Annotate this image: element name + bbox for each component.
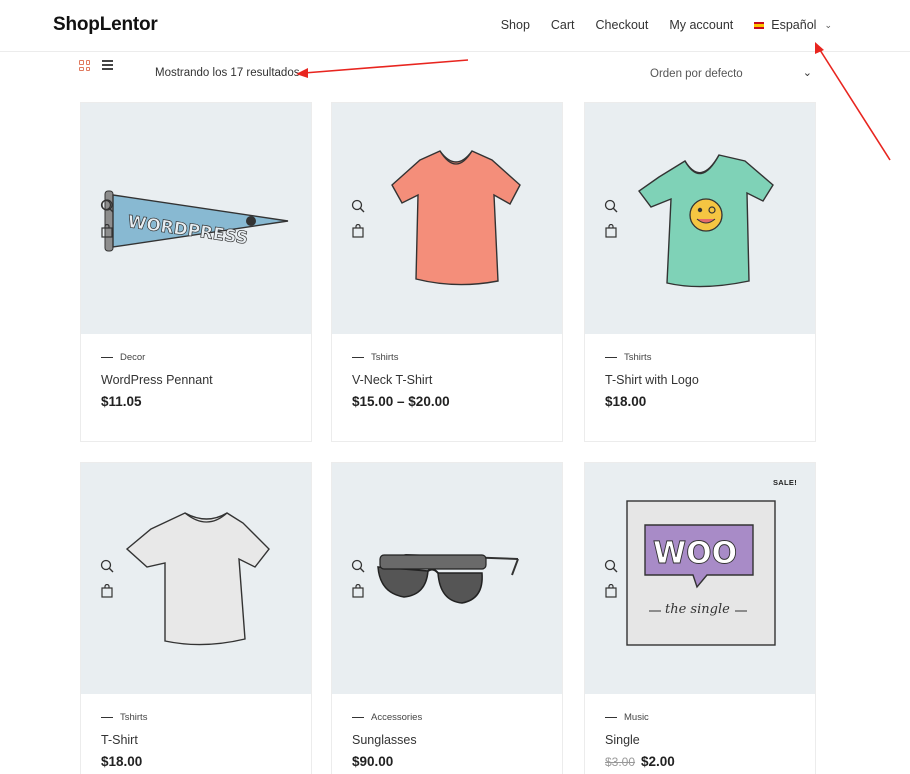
list-view-icon[interactable] xyxy=(102,60,113,71)
price-current: $15.00 – $20.00 xyxy=(352,394,450,409)
product-price: $90.00 xyxy=(352,754,542,769)
shopping-bag-icon[interactable] xyxy=(352,224,364,238)
nav-item-my-account[interactable]: My account xyxy=(669,18,733,32)
product-category[interactable]: Tshirts xyxy=(605,352,795,363)
product-title[interactable]: T-Shirt xyxy=(101,733,291,747)
sort-select[interactable]: Orden por defecto ⌄ xyxy=(650,67,814,80)
product-price: $3.00 $2.00 xyxy=(605,754,795,769)
product-card[interactable]: SALE! WOO the single Music Single $3.00 $… xyxy=(584,462,816,774)
search-icon[interactable] xyxy=(604,559,618,573)
product-title[interactable]: T-Shirt with Logo xyxy=(605,373,795,387)
search-icon[interactable] xyxy=(100,199,114,213)
product-card[interactable]: Tshirts V-Neck T-Shirt $15.00 – $20.00 xyxy=(331,102,563,442)
grid-view-icon[interactable] xyxy=(79,60,90,71)
shopping-bag-icon[interactable] xyxy=(605,224,617,238)
site-logo[interactable]: ShopLentor xyxy=(53,14,158,36)
price-old: $3.00 xyxy=(605,755,636,769)
search-icon[interactable] xyxy=(604,199,618,213)
sale-badge: SALE! xyxy=(773,478,797,487)
product-image[interactable]: WORDPRESS xyxy=(81,103,311,334)
tshirt-logo-image xyxy=(638,154,774,288)
nav-item-checkout[interactable]: Checkout xyxy=(596,18,649,32)
spain-flag-icon xyxy=(754,21,765,29)
product-price: $18.00 xyxy=(605,394,795,409)
product-title[interactable]: Single xyxy=(605,733,795,747)
language-switcher[interactable]: Español ⌄ xyxy=(754,18,832,32)
shopping-bag-icon[interactable] xyxy=(101,224,113,238)
product-card[interactable]: WORDPRESS Decor WordPress Pennant $11.05 xyxy=(80,102,312,442)
shopping-bag-icon[interactable] xyxy=(605,584,617,598)
product-category[interactable]: Tshirts xyxy=(101,712,291,723)
pennant-image: WORDPRESS xyxy=(101,190,289,252)
nav-item-cart[interactable]: Cart xyxy=(551,18,575,32)
chevron-down-icon: ⌄ xyxy=(802,67,812,79)
product-category[interactable]: Decor xyxy=(101,352,291,363)
price-current: $18.00 xyxy=(101,754,143,769)
product-price: $18.00 xyxy=(101,754,291,769)
search-icon[interactable] xyxy=(351,199,365,213)
site-header: ShopLentor Shop Cart Checkout My account… xyxy=(0,0,910,52)
product-title[interactable]: WordPress Pennant xyxy=(101,373,291,387)
product-category[interactable]: Accessories xyxy=(352,712,542,723)
product-image[interactable] xyxy=(332,103,562,334)
nav-item-shop[interactable]: Shop xyxy=(501,18,530,32)
tshirt-image xyxy=(125,512,270,646)
price-current: $2.00 xyxy=(641,754,675,769)
woo-single-image: WOO the single xyxy=(626,500,776,646)
product-title[interactable]: Sunglasses xyxy=(352,733,542,747)
svg-text:the single: the single xyxy=(665,602,730,617)
search-icon[interactable] xyxy=(100,559,114,573)
shop-toolbar: Mostrando los 17 resultados Orden por de… xyxy=(0,53,910,101)
product-info: Tshirts T-Shirt $18.00 xyxy=(81,694,311,769)
sort-select-value: Orden por defecto xyxy=(650,68,743,80)
product-info: Accessories Sunglasses $90.00 xyxy=(332,694,562,769)
product-info: Tshirts T-Shirt with Logo $18.00 xyxy=(585,334,815,409)
product-card[interactable]: Accessories Sunglasses $90.00 xyxy=(331,462,563,774)
product-card[interactable]: Tshirts T-Shirt $18.00 xyxy=(80,462,312,774)
product-image[interactable] xyxy=(585,103,815,334)
product-card[interactable]: Tshirts T-Shirt with Logo $18.00 xyxy=(584,102,816,442)
product-category[interactable]: Music xyxy=(605,712,795,723)
product-category[interactable]: Tshirts xyxy=(352,352,542,363)
price-current: $18.00 xyxy=(605,394,647,409)
product-price: $11.05 xyxy=(101,394,291,409)
shopping-bag-icon[interactable] xyxy=(101,584,113,598)
product-image[interactable] xyxy=(332,463,562,694)
product-image[interactable]: SALE! WOO the single xyxy=(585,463,815,694)
language-label: Español xyxy=(771,18,817,32)
svg-text:WOO: WOO xyxy=(653,536,737,571)
product-info: Music Single $3.00 $2.00 xyxy=(585,694,815,769)
product-info: Decor WordPress Pennant $11.05 xyxy=(81,334,311,409)
chevron-down-icon: ⌄ xyxy=(824,19,832,30)
price-current: $90.00 xyxy=(352,754,394,769)
search-icon[interactable] xyxy=(351,559,365,573)
product-price: $15.00 – $20.00 xyxy=(352,394,542,409)
product-title[interactable]: V-Neck T-Shirt xyxy=(352,373,542,387)
shopping-bag-icon[interactable] xyxy=(352,584,364,598)
sunglasses-image xyxy=(377,553,519,604)
result-count: Mostrando los 17 resultados xyxy=(155,67,300,79)
price-current: $11.05 xyxy=(101,394,142,409)
vneck-tshirt-image xyxy=(391,150,521,286)
product-image[interactable] xyxy=(81,463,311,694)
product-info: Tshirts V-Neck T-Shirt $15.00 – $20.00 xyxy=(332,334,562,409)
main-nav: Shop Cart Checkout My account Español ⌄ xyxy=(501,18,832,32)
